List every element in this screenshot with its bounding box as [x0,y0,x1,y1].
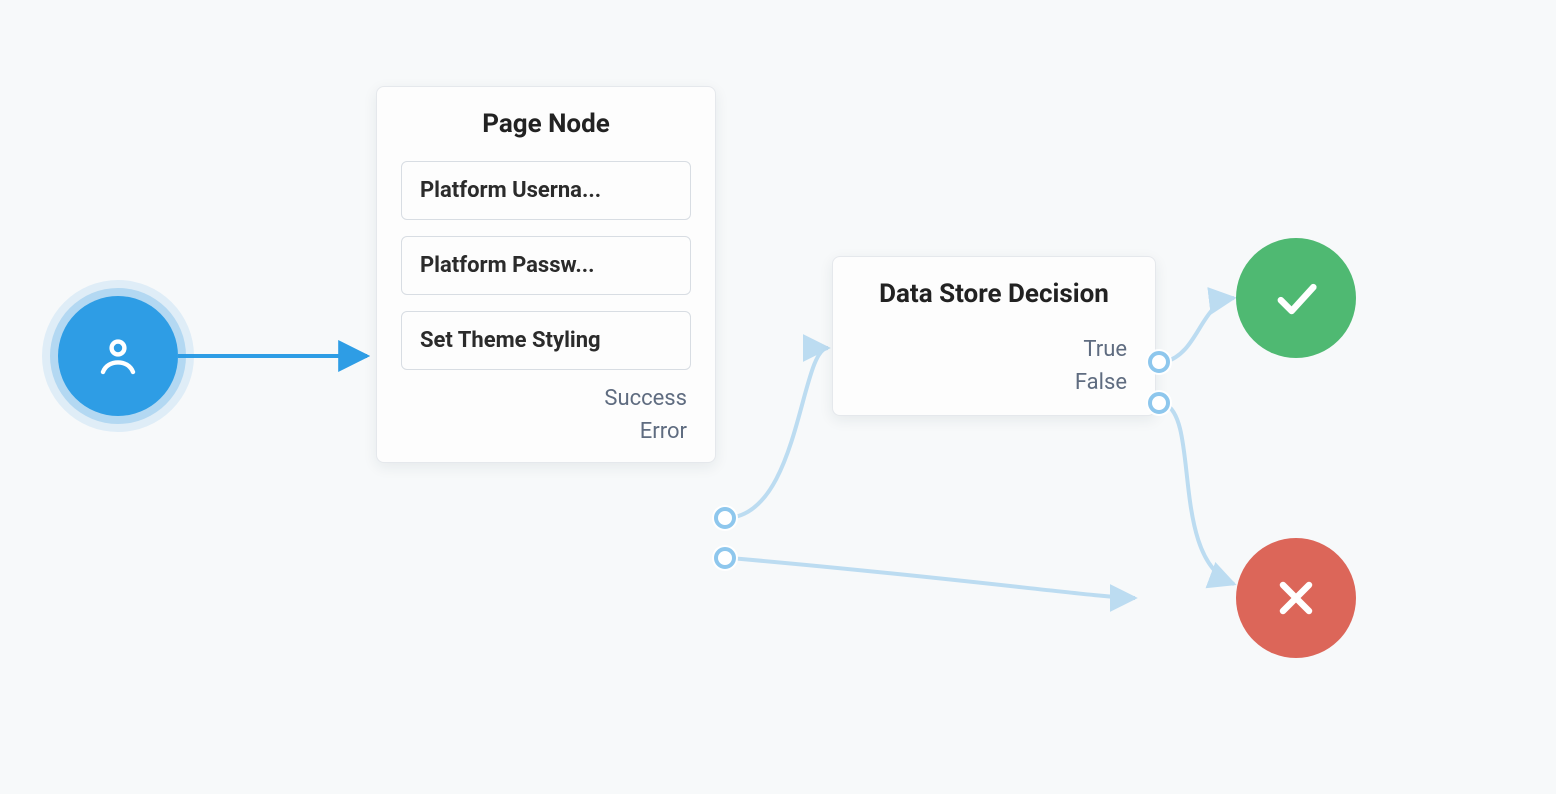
decision-node-title: Data Store Decision [857,279,1131,309]
page-node-title: Page Node [401,109,691,139]
start-node[interactable] [58,296,178,416]
x-icon [1270,572,1322,624]
decision-node-outcome-true-label: True [857,337,1131,362]
page-node-card[interactable]: Page Node Platform Userna... Platform Pa… [376,86,716,463]
decision-node-card[interactable]: Data Store Decision True False [832,256,1156,416]
page-node-item-password[interactable]: Platform Passw... [401,236,691,295]
page-node-port-error[interactable] [714,547,736,569]
edge-error-to-failure [730,558,1135,598]
page-node-item-username[interactable]: Platform Userna... [401,161,691,220]
end-node-failure[interactable] [1236,538,1356,658]
page-node-outcome-success-label: Success [401,386,691,411]
page-node-port-success[interactable] [714,507,736,529]
connector-layer [0,0,1556,794]
decision-node-outcome-false-label: False [857,370,1131,395]
page-node-outcome-error-label: Error [401,419,691,444]
decision-node-port-false[interactable] [1148,392,1170,414]
check-icon [1270,272,1322,324]
edge-true-to-success [1165,298,1234,362]
flow-canvas[interactable]: Page Node Platform Userna... Platform Pa… [0,0,1556,794]
decision-node-port-true[interactable] [1148,351,1170,373]
edge-false-to-failure [1165,404,1234,584]
end-node-success[interactable] [1236,238,1356,358]
edge-success-to-decision [725,348,828,518]
page-node-item-theme[interactable]: Set Theme Styling [401,311,691,370]
user-icon [94,332,142,380]
